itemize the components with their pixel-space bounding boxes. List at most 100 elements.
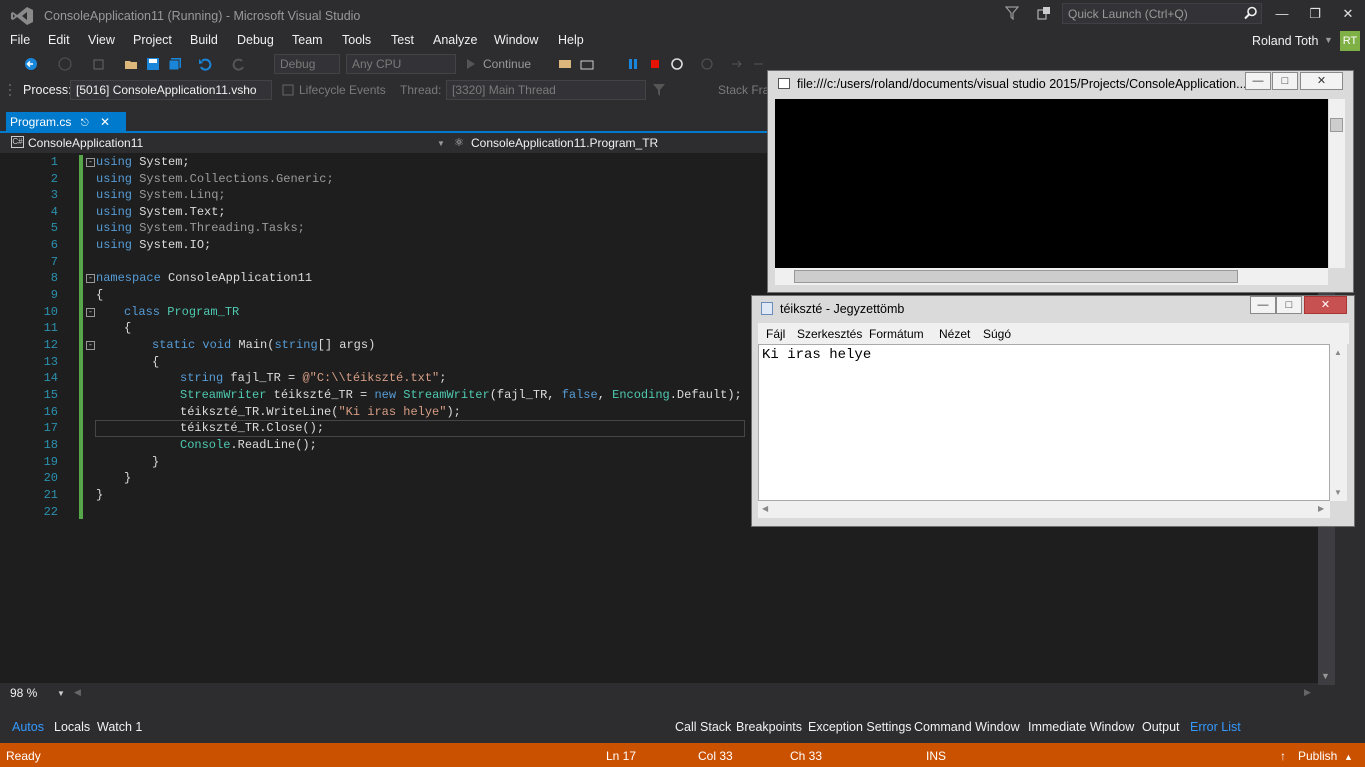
redo-icon[interactable] [232,57,246,71]
step-over-icon[interactable] [752,57,766,71]
zoom-chevron-icon[interactable]: ▼ [57,689,65,698]
search-icon[interactable] [1244,6,1258,20]
menu-tools[interactable]: Tools [342,33,371,47]
menu-test[interactable]: Test [391,33,414,47]
tab-watch-1[interactable]: Watch 1 [97,720,142,734]
save-icon[interactable] [146,57,160,71]
console-scroll-thumb[interactable] [1330,118,1343,132]
minimize-button[interactable]: — [1272,6,1292,22]
publish-button[interactable]: Publish [1298,749,1337,763]
hscroll-right-icon[interactable]: ▶ [1304,687,1311,698]
quick-launch-input[interactable]: Quick Launch (Ctrl+Q) [1062,3,1262,24]
close-button[interactable]: ✕ [1338,6,1358,22]
menu-file[interactable]: File [10,33,30,47]
menu-view[interactable]: View [88,33,115,47]
project-nav-chevron-icon[interactable]: ▼ [437,139,445,148]
collapse-icon[interactable]: - [86,158,95,167]
lifecycle-events-button[interactable]: Lifecycle Events [299,83,386,97]
code-line: } [124,471,131,485]
menu-team[interactable]: Team [292,33,323,47]
notepad-scroll-down-icon[interactable]: ▼ [1334,488,1342,497]
scroll-down-icon[interactable]: ▼ [1321,671,1330,681]
save-all-icon[interactable] [168,57,182,71]
step-into-icon[interactable] [730,57,744,71]
tab-exception-settings[interactable]: Exception Settings [808,720,912,734]
hscroll-left-icon[interactable]: ◀ [74,687,81,698]
show-next-statement-icon[interactable] [700,57,714,71]
menu-help[interactable]: Help [558,33,584,47]
tab-immediate-window[interactable]: Immediate Window [1028,720,1134,734]
menu-build[interactable]: Build [190,33,218,47]
user-dropdown-icon[interactable]: ▼ [1324,35,1333,45]
tab-output[interactable]: Output [1142,720,1180,734]
publish-icon[interactable]: ↑ [1280,749,1286,763]
filter-icon[interactable] [1005,6,1019,20]
code-text: ); [446,405,461,419]
platform-dropdown[interactable]: Any CPU [346,54,456,74]
console-hscroll-thumb[interactable] [794,270,1238,283]
thread-dropdown[interactable]: [3320] Main Thread [446,80,646,100]
stop-icon[interactable] [648,57,662,71]
collapse-icon[interactable]: - [86,274,95,283]
notepad-menu-edit[interactable]: Szerkesztés [797,327,862,341]
toolbox-icon[interactable] [580,57,594,71]
process-dropdown[interactable]: [5016] ConsoleApplication11.vsho [70,80,272,100]
code-text: ; [439,371,447,385]
notepad-menu-format[interactable]: Formátum [869,327,924,341]
status-bar [0,743,1365,767]
notepad-menu-view[interactable]: Nézet [939,327,970,341]
tab-call-stack[interactable]: Call Stack [675,720,731,734]
notepad-minimize-button[interactable]: — [1250,296,1276,314]
open-file-icon[interactable] [124,57,138,71]
menu-window[interactable]: Window [494,33,538,47]
undo-icon[interactable] [198,57,212,71]
continue-icon[interactable] [464,57,478,71]
restart-icon[interactable] [670,57,684,71]
pause-icon[interactable] [626,57,640,71]
feedback-icon[interactable] [1036,5,1052,21]
tab-breakpoints[interactable]: Breakpoints [736,720,802,734]
notepad-horizontal-scrollbar[interactable] [758,501,1330,518]
collapse-icon[interactable]: - [86,308,95,317]
notepad-text-area[interactable] [758,344,1330,501]
tab-program-cs[interactable]: Program.cs ⎋ ✕ [6,112,126,131]
zoom-dropdown[interactable]: 98 % [10,686,37,700]
menu-edit[interactable]: Edit [48,33,70,47]
flag-icon[interactable] [652,83,666,97]
type-nav-dropdown[interactable]: ConsoleApplication11.Program_TR [471,136,658,150]
notepad-menu-file[interactable]: Fájl [766,327,785,341]
menu-project[interactable]: Project [133,33,172,47]
menu-debug[interactable]: Debug [237,33,274,47]
console-output-area[interactable] [775,99,1328,268]
configuration-dropdown[interactable]: Debug [274,54,340,74]
console-maximize-button[interactable]: □ [1272,72,1298,90]
new-project-icon[interactable] [92,57,106,71]
continue-button[interactable]: Continue [483,57,531,71]
publish-chevron-icon[interactable]: ▲ [1344,752,1353,762]
notepad-menu-help[interactable]: Súgó [983,327,1011,341]
notepad-vertical-scrollbar[interactable] [1330,344,1347,501]
lifecycle-icon[interactable] [281,83,295,97]
notepad-scroll-left-icon[interactable]: ◀ [762,504,768,513]
collapse-icon[interactable]: - [86,341,95,350]
tab-locals[interactable]: Locals [54,720,90,734]
back-icon[interactable] [24,57,38,71]
menu-analyze[interactable]: Analyze [433,33,477,47]
attach-icon[interactable] [558,57,572,71]
notepad-maximize-button[interactable]: □ [1276,296,1302,314]
tab-close-icon[interactable]: ✕ [100,115,110,129]
project-nav-dropdown[interactable]: ConsoleApplication11 [28,136,143,150]
forward-icon[interactable] [58,57,72,71]
console-close-button[interactable]: ✕ [1300,72,1343,90]
tab-error-list[interactable]: Error List [1190,720,1241,734]
user-name[interactable]: Roland Toth [1252,34,1319,48]
console-minimize-button[interactable]: — [1245,72,1271,90]
maximize-button[interactable]: ❐ [1305,6,1325,22]
tab-autos[interactable]: Autos [12,720,44,734]
avatar[interactable]: RT [1340,31,1360,51]
tab-command-window[interactable]: Command Window [914,720,1020,734]
notepad-scroll-right-icon[interactable]: ▶ [1318,504,1324,513]
notepad-close-button[interactable]: ✕ [1304,296,1347,314]
pin-icon[interactable]: ⎋ [81,118,89,129]
notepad-scroll-up-icon[interactable]: ▲ [1334,348,1342,357]
